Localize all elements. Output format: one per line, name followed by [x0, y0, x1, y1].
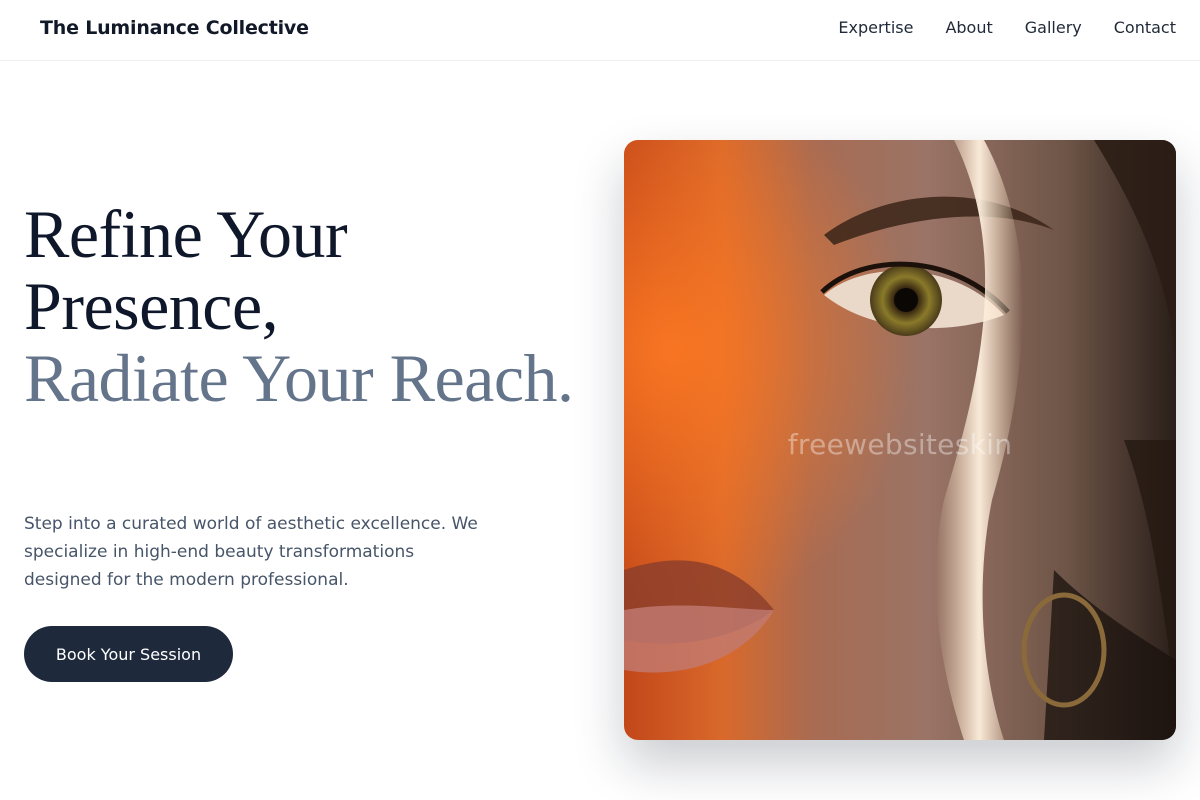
hero-headline: Refine Your Presence, Radiate Your Reach… — [24, 198, 584, 414]
nav-links: Expertise About Gallery Contact — [838, 18, 1176, 37]
hero-description: Step into a curated world of aesthetic e… — [24, 514, 478, 590]
image-watermark: freewebsiteskin — [787, 428, 1013, 461]
nav-link-expertise[interactable]: Expertise — [838, 18, 913, 37]
headline-light: Radiate Your Reach. — [24, 340, 574, 416]
nav-link-gallery[interactable]: Gallery — [1025, 18, 1082, 37]
book-session-button[interactable]: Book Your Session — [24, 626, 233, 682]
hero-portrait-image: freewebsiteskin — [624, 140, 1176, 740]
headline-dark: Refine Your Presence, — [24, 196, 348, 344]
brand-logo[interactable]: The Luminance Collective — [40, 17, 309, 39]
nav-link-about[interactable]: About — [945, 18, 992, 37]
top-navbar: The Luminance Collective Expertise About… — [0, 0, 1200, 61]
nav-link-contact[interactable]: Contact — [1114, 18, 1176, 37]
